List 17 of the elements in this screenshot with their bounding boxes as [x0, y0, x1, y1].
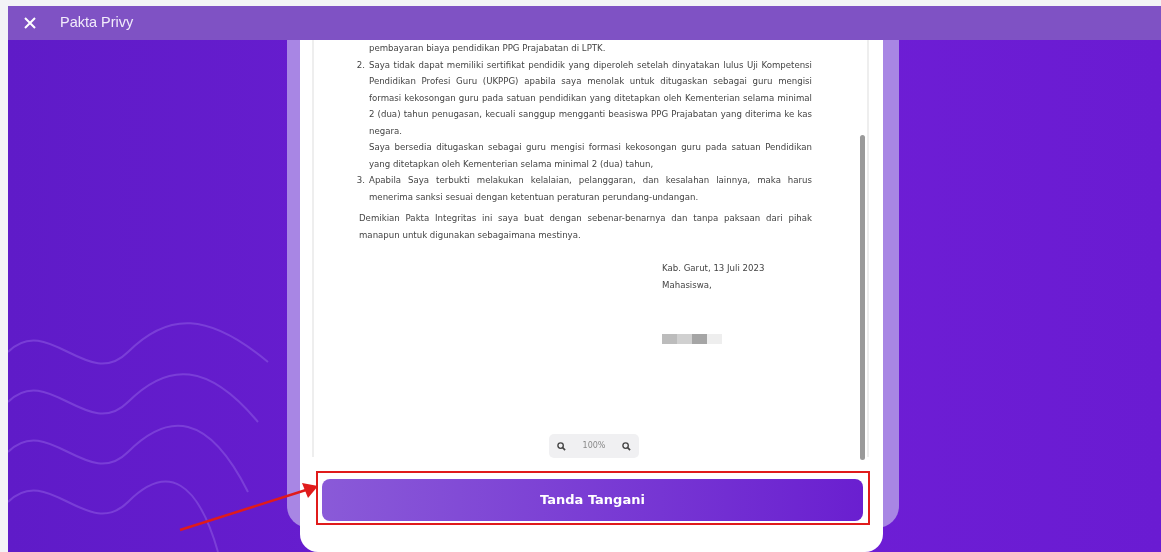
- signer-role: Mahasiswa,: [662, 278, 713, 292]
- sign-button[interactable]: Tanda Tangani: [322, 479, 863, 521]
- zoom-out-icon[interactable]: [557, 441, 567, 451]
- list-number: 3.: [355, 174, 366, 187]
- paragraph: Apabila Saya terbukti melakukan kelalaian, pelanggaran, dan kesalahan lainnya, maka harus menerima sanksi sesuai dengan ketentuan peraturan perundang-undangan.: [369, 174, 812, 204]
- paragraph: Demikian Pakta Integritas ini saya buat dengan sebenar-benarnya dan tanpa paksaan dari pihak manapun untuk digunakan sebagaimana mestinya.: [359, 212, 812, 242]
- date-text: Kab. Garut, 13 Juli 2023: [662, 262, 766, 275]
- list-number: 2.: [355, 58, 366, 72]
- redacted-name: [662, 334, 722, 344]
- zoom-in-icon[interactable]: [621, 441, 631, 451]
- scrollbar-thumb[interactable]: [860, 135, 865, 460]
- close-icon[interactable]: [24, 17, 36, 29]
- paragraph: Saya tidak dapat memiliki sertifikat pendidik yang diperoleh setelah dinyatakan lulus Uji Kompetensi Pendidikan Profesi Guru (UKPPG) apabila saya menolak untuk ditugaskan sebagai guru mengisi formasi kekosongan guru pada satuan pendidikan yang ditetapkan oleh Kementerian selama minimal 2 (dua) tahun penugasan, kecuali sanggup mengganti beasiswa PPG Prajabatan yang diterima ke kas negara.: [369, 58, 812, 138]
- window-title: Pakta Privy: [60, 13, 134, 33]
- paragraph: Saya bersedia ditugaskan sebagai guru mengisi formasi kekosongan guru pada satuan Pendidikan yang ditetapkan oleh Kementerian selama minimal 2 (dua) tahun,: [369, 141, 812, 171]
- paragraph: pembayaran biaya pendidikan PPG Prajabatan di LPTK.: [369, 42, 606, 55]
- zoom-level: 100%: [582, 439, 606, 452]
